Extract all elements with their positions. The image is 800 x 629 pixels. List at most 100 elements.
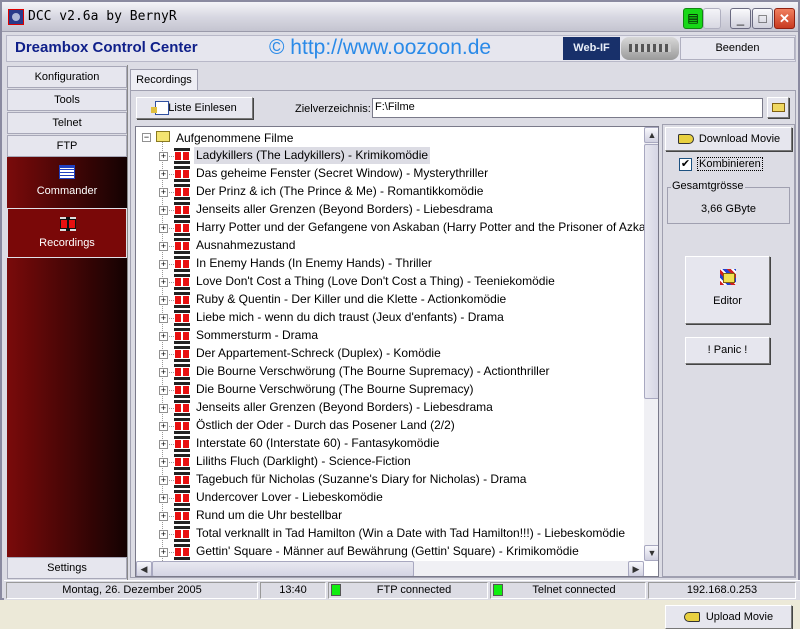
document-list-icon xyxy=(151,101,169,115)
film-icon xyxy=(174,328,190,344)
tree-root-label: Aufgenommene Filme xyxy=(176,131,294,145)
film-icon xyxy=(174,508,190,524)
expand-icon[interactable]: + xyxy=(159,152,168,161)
commander-label: Commander xyxy=(36,185,98,197)
status-ftp: FTP connected xyxy=(328,582,488,599)
film-icon xyxy=(174,220,190,236)
expand-icon[interactable]: + xyxy=(159,494,168,503)
collapse-icon[interactable]: − xyxy=(142,133,151,142)
expand-icon[interactable]: + xyxy=(159,206,168,215)
tree-item-label: Ausnahmezustand xyxy=(196,238,296,252)
sidebar-item-commander[interactable]: Commander xyxy=(7,157,127,207)
upload-movie-button[interactable]: Upload Movie xyxy=(665,605,792,629)
film-icon xyxy=(60,217,76,231)
expand-icon[interactable]: + xyxy=(159,170,168,179)
expand-icon[interactable]: + xyxy=(159,314,168,323)
film-icon xyxy=(174,346,190,362)
tree-item-label: Die Bourne Verschwörung (The Bourne Supr… xyxy=(196,382,474,396)
expand-icon[interactable]: + xyxy=(159,278,168,287)
expand-icon[interactable]: + xyxy=(159,512,168,521)
status-date: Montag, 26. Dezember 2005 xyxy=(6,582,258,599)
website-link[interactable]: © http://www.oozoon.de xyxy=(269,36,491,60)
horizontal-scrollbar[interactable]: ◀ ▶ xyxy=(136,561,644,576)
film-icon xyxy=(174,526,190,542)
sidebar: Konfiguration Tools Telnet FTP Commander… xyxy=(6,65,128,580)
film-icon xyxy=(174,454,190,470)
expand-icon[interactable]: + xyxy=(159,404,168,413)
expand-icon[interactable]: + xyxy=(159,332,168,341)
header-bar: Dreambox Control Center © http://www.ooz… xyxy=(6,35,796,62)
quit-button[interactable]: Beenden xyxy=(680,37,795,60)
tray-window-icon[interactable] xyxy=(703,8,721,29)
tree-item-label: In Enemy Hands (In Enemy Hands) - Thrill… xyxy=(196,256,432,270)
upload-label: Upload Movie xyxy=(705,611,774,623)
sidebar-item-telnet[interactable]: Telnet xyxy=(7,112,127,134)
film-icon xyxy=(174,310,190,326)
maximize-button[interactable]: □ xyxy=(752,8,773,29)
film-icon xyxy=(174,292,190,308)
tab-recordings[interactable]: Recordings xyxy=(130,69,198,91)
expand-icon[interactable]: + xyxy=(159,296,168,305)
checkmark-icon[interactable]: ✔ xyxy=(679,158,692,171)
editor-label: Editor xyxy=(713,295,742,307)
recordings-tree[interactable]: − Aufgenommene Filme + Ladykillers (The L… xyxy=(135,126,659,577)
tree-item-label: Total verknallt in Tad Hamilton (Win a D… xyxy=(196,526,626,540)
expand-icon[interactable]: + xyxy=(159,458,168,467)
film-icon xyxy=(174,238,190,254)
expand-icon[interactable]: + xyxy=(159,530,168,539)
printer-tray-icon[interactable]: ▤ xyxy=(683,8,703,29)
scroll-down-icon[interactable]: ▼ xyxy=(644,545,658,561)
horizontal-scroll-thumb[interactable] xyxy=(152,561,414,576)
minimize-button[interactable]: _ xyxy=(730,8,751,29)
film-icon xyxy=(174,544,190,560)
vertical-scroll-thumb[interactable] xyxy=(644,144,658,399)
scroll-left-icon[interactable]: ◀ xyxy=(136,561,152,576)
remote-control-button[interactable] xyxy=(621,37,679,60)
calendar-grid-icon xyxy=(59,165,75,179)
vertical-scrollbar[interactable]: ▲ ▼ xyxy=(644,127,658,561)
expand-icon[interactable]: + xyxy=(159,476,168,485)
tree-item-label: Östlich der Oder - Durch das Posener Lan… xyxy=(196,418,455,432)
tree-item-label: Liliths Fluch (Darklight) - Science-Fict… xyxy=(196,454,411,468)
expand-icon[interactable]: + xyxy=(159,422,168,431)
tree-item-label: Ladykillers (The Ladykillers) - Krimikom… xyxy=(194,147,431,164)
tree-item-label: Jenseits aller Grenzen (Beyond Borders) … xyxy=(196,202,493,216)
expand-icon[interactable]: + xyxy=(159,260,168,269)
expand-icon[interactable]: + xyxy=(159,440,168,449)
folder-icon xyxy=(156,131,170,142)
film-icon xyxy=(174,382,190,398)
webif-button[interactable]: Web-IF xyxy=(563,37,620,60)
tree-item-label: Liebe mich - wenn du dich traust (Jeux d… xyxy=(196,310,504,324)
expand-icon[interactable]: + xyxy=(159,350,168,359)
download-movie-button[interactable]: Download Movie xyxy=(665,127,792,151)
expand-icon[interactable]: + xyxy=(159,242,168,251)
combine-label: Kombinieren xyxy=(697,157,763,171)
expand-icon[interactable]: + xyxy=(159,188,168,197)
tree-item-label: Tagebuch für Nicholas (Suzanne's Diary f… xyxy=(196,472,527,486)
expand-icon[interactable]: + xyxy=(159,224,168,233)
editor-button[interactable]: Editor xyxy=(685,256,770,324)
load-list-button[interactable]: Liste Einlesen xyxy=(136,97,253,119)
close-button[interactable]: ✕ xyxy=(774,8,795,29)
sidebar-item-recordings[interactable]: Recordings xyxy=(7,208,127,258)
scroll-up-icon[interactable]: ▲ xyxy=(644,127,658,143)
film-icon xyxy=(174,202,190,218)
scroll-right-icon[interactable]: ▶ xyxy=(628,561,644,576)
main-panel: Recordings Liste Einlesen Zielverzeichni… xyxy=(130,65,796,629)
target-dir-input[interactable]: F:\Filme xyxy=(372,98,763,118)
status-ip: 192.168.0.253 xyxy=(648,582,796,599)
sidebar-item-ftp[interactable]: FTP xyxy=(7,135,127,157)
action-panel: Download Movie ✔ Kombinieren Gesamtgröss… xyxy=(662,124,795,629)
sidebar-item-konfiguration[interactable]: Konfiguration xyxy=(7,66,127,88)
panic-button[interactable]: ! Panic ! xyxy=(685,337,770,364)
expand-icon[interactable]: + xyxy=(159,386,168,395)
title-bar[interactable]: DCC v2.6a by BernyR ▤ _ □ ✕ xyxy=(2,2,798,32)
sidebar-item-tools[interactable]: Tools xyxy=(7,89,127,111)
film-icon xyxy=(174,400,190,416)
sidebar-item-settings[interactable]: Settings xyxy=(7,557,127,579)
tree-item-label: Das geheime Fenster (Secret Window) - My… xyxy=(196,166,489,180)
target-dir-label: Zielverzeichnis: xyxy=(295,103,371,115)
browse-folder-button[interactable] xyxy=(767,97,789,118)
expand-icon[interactable]: + xyxy=(159,368,168,377)
expand-icon[interactable]: + xyxy=(159,548,168,557)
